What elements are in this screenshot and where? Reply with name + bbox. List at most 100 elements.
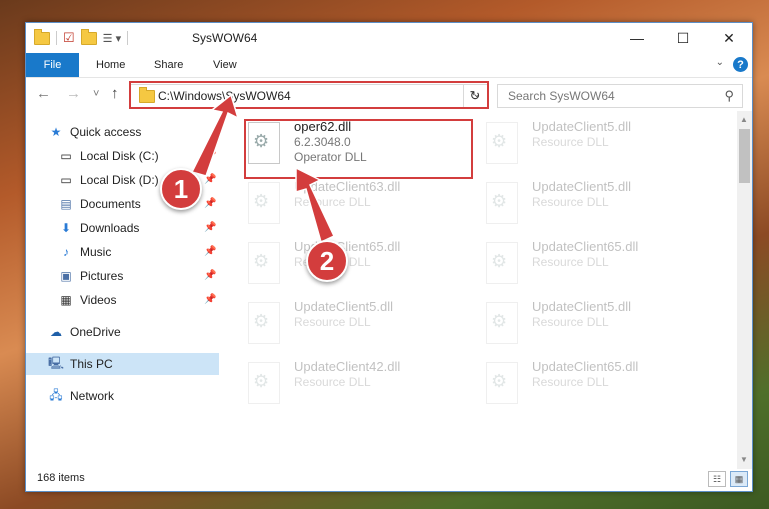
ribbon-tabs: File Home Share View ⌄ ? — [26, 53, 752, 78]
scroll-down-icon[interactable]: ▼ — [740, 455, 748, 464]
recent-locations-button[interactable]: ˅ — [93, 88, 99, 100]
sidebar-item-documents[interactable]: ▤ Documents — [58, 193, 140, 215]
search-icon[interactable]: ⚲ — [724, 88, 734, 104]
tab-home[interactable]: Home — [96, 53, 125, 77]
sidebar-item-label: Local Disk (D:) — [80, 173, 159, 187]
dll-file-icon: ⚙ — [248, 362, 280, 404]
up-button[interactable]: ↑ — [111, 85, 119, 102]
scroll-up-icon[interactable]: ▲ — [740, 115, 748, 124]
file-version: 6.2.3048.0 — [294, 135, 351, 149]
file-item-oper62[interactable]: ⚙ oper62.dll 6.2.3048.0 Operator DLL — [244, 117, 474, 171]
refresh-button[interactable]: ↻ — [463, 85, 486, 107]
file-item[interactable]: ⚙ UpdateClient65.dll Resource DLL — [244, 237, 474, 291]
address-path[interactable]: C:\Windows\SysWOW64 — [158, 89, 291, 103]
music-icon: ♪ — [63, 245, 69, 259]
file-description: Resource DLL — [532, 315, 609, 329]
search-input[interactable]: Search SysWOW64 ⚲ — [497, 84, 743, 108]
network-icon: 🖧 — [49, 387, 63, 402]
pin-icon[interactable]: 📌 — [204, 174, 216, 185]
cloud-icon: ☁ — [50, 325, 62, 339]
gear-icon: ⚙ — [491, 191, 508, 211]
file-item[interactable]: ⚙ UpdateClient63.dll Resource DLL — [244, 177, 474, 231]
file-item[interactable]: ⚙ UpdateClient65.dll Resource DLL — [482, 357, 712, 411]
file-name: UpdateClient5.dll — [294, 299, 394, 314]
file-description: Resource DLL — [532, 135, 609, 149]
file-item[interactable]: ⚙ UpdateClient42.dll Resource DLL — [244, 357, 474, 411]
file-item[interactable]: ⚙ UpdateClient65.dll Resource DLL — [482, 237, 712, 291]
new-folder-icon[interactable] — [80, 28, 97, 45]
sidebar-item-label: Downloads — [80, 221, 140, 235]
scrollbar-thumb[interactable] — [739, 129, 750, 183]
tab-file[interactable]: File — [26, 53, 79, 77]
forward-button[interactable]: → — [66, 85, 81, 102]
gear-icon: ⚙ — [253, 371, 270, 391]
dll-file-icon: ⚙ — [248, 122, 280, 164]
file-description: Resource DLL — [294, 315, 371, 329]
drive-icon: ▭ — [60, 173, 72, 187]
large-icons-view-icon[interactable]: ▦ — [730, 471, 748, 487]
pin-icon[interactable]: 📌 — [204, 150, 216, 161]
back-button[interactable]: ← — [36, 85, 51, 102]
pin-icon[interactable]: 📌 — [204, 198, 216, 209]
videos-icon: ▦ — [60, 293, 72, 307]
file-description: Resource DLL — [532, 195, 609, 209]
navigation-bar: ← → ˅ ↑ C:\Windows\SysWOW64 ⌄ ↻ Search S… — [26, 81, 752, 111]
file-item[interactable]: ⚙ UpdateClient5.dll Resource DLL — [482, 297, 712, 351]
pin-icon[interactable]: 📌 — [204, 246, 216, 257]
sidebar-item-label: Network — [70, 389, 115, 403]
minimize-button[interactable]: — — [614, 23, 660, 53]
title-bar: ☑ ☰ ▾ SysWOW64 — ☐ ✕ — [26, 23, 752, 53]
dll-file-icon: ⚙ — [486, 362, 518, 404]
vertical-scrollbar[interactable]: ▲ ▼ — [737, 111, 752, 469]
sidebar-item-music[interactable]: ♪ Music — [58, 241, 111, 263]
address-bar[interactable]: C:\Windows\SysWOW64 ⌄ — [130, 84, 488, 108]
explorer-window: ☑ ☰ ▾ SysWOW64 — ☐ ✕ File Home Share Vie… — [25, 22, 753, 492]
tab-view[interactable]: View — [213, 53, 237, 77]
gear-icon: ⚙ — [253, 311, 270, 331]
download-icon: ⬇ — [60, 221, 72, 235]
pin-icon[interactable]: 📌 — [204, 294, 216, 305]
sidebar-item-onedrive[interactable]: ☁ OneDrive — [48, 321, 121, 343]
sidebar-item-downloads[interactable]: ⬇ Downloads — [58, 217, 139, 239]
file-name: UpdateClient5.dll — [532, 119, 632, 134]
properties-icon[interactable]: ☑ — [63, 30, 75, 46]
folder-icon — [139, 87, 155, 103]
gear-icon: ⚙ — [491, 251, 508, 271]
file-item[interactable]: ⚙ UpdateClient5.dll Resource DLL — [482, 117, 712, 171]
pin-icon[interactable]: 📌 — [204, 270, 216, 281]
chevron-down-icon[interactable]: ⌄ — [716, 57, 724, 68]
dll-file-icon: ⚙ — [486, 302, 518, 344]
sidebar-item-local-disk-d[interactable]: ▭ Local Disk (D:) — [58, 169, 159, 191]
maximize-button[interactable]: ☐ — [660, 23, 706, 53]
help-icon[interactable]: ? — [733, 57, 748, 72]
folder-icon[interactable] — [34, 28, 50, 45]
file-name: UpdateClient5.dll — [532, 179, 632, 194]
details-view-icon[interactable]: ☷ — [708, 471, 726, 487]
tab-share[interactable]: Share — [154, 53, 183, 77]
file-list: ⚙ oper62.dll 6.2.3048.0 Operator DLL ⚙ U… — [244, 115, 737, 465]
file-name: UpdateClient42.dll — [294, 359, 401, 374]
file-name: UpdateClient5.dll — [532, 299, 632, 314]
file-name: UpdateClient65.dll — [532, 239, 639, 254]
pin-icon[interactable]: 📌 — [204, 222, 216, 233]
window-controls: — ☐ ✕ — [614, 23, 752, 53]
sidebar-item-network[interactable]: 🖧 Network — [48, 385, 114, 407]
sidebar-item-label: Music — [80, 245, 112, 259]
gear-icon: ⚙ — [491, 131, 508, 151]
file-name: UpdateClient63.dll — [294, 179, 401, 194]
close-button[interactable]: ✕ — [706, 23, 752, 53]
drive-icon: ▭ — [60, 149, 72, 163]
sidebar-item-videos[interactable]: ▦ Videos — [58, 289, 116, 311]
file-item[interactable]: ⚙ UpdateClient5.dll Resource DLL — [244, 297, 474, 351]
file-item[interactable]: ⚙ UpdateClient5.dll Resource DLL — [482, 177, 712, 231]
navigation-pane: ★ Quick access ▭ Local Disk (C:) 📌 ▭ Loc… — [26, 115, 219, 465]
sidebar-item-pictures[interactable]: ▣ Pictures — [58, 265, 123, 287]
sidebar-item-this-pc[interactable]: 🖳 This PC — [26, 353, 219, 375]
gear-icon: ⚙ — [253, 131, 270, 151]
sidebar-item-quick-access[interactable]: ★ Quick access — [48, 121, 142, 143]
documents-icon: ▤ — [60, 197, 72, 211]
customize-toolbar-icon[interactable]: ☰ ▾ — [103, 32, 121, 45]
callout-2: 2 — [306, 240, 348, 282]
sidebar-item-local-disk-c[interactable]: ▭ Local Disk (C:) — [58, 145, 158, 167]
dll-file-icon: ⚙ — [248, 182, 280, 224]
